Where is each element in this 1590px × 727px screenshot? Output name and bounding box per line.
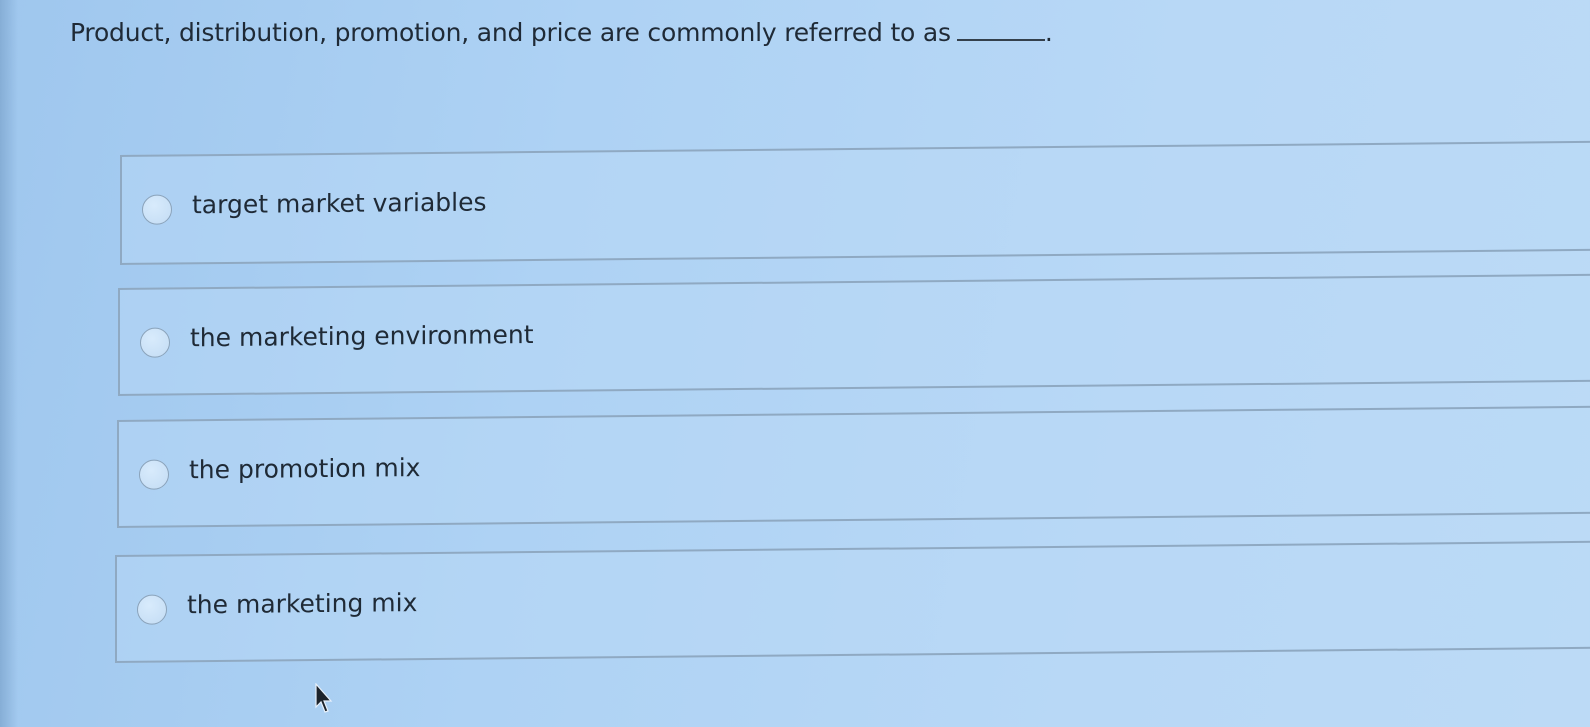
answer-option-the-marketing-environment[interactable]: the marketing environment (118, 273, 1590, 396)
question-end: . (1044, 18, 1053, 47)
radio-button[interactable] (142, 194, 172, 225)
question-prompt: Product, distribution, promotion, and pr… (70, 18, 1053, 47)
radio-button[interactable] (140, 327, 170, 358)
radio-button[interactable] (139, 459, 169, 490)
left-edge-shadow (0, 0, 18, 727)
question-text: Product, distribution, promotion, and pr… (70, 18, 951, 47)
answer-option-target-market-variables[interactable]: target market variables (120, 140, 1590, 265)
option-label: target market variables (192, 187, 487, 220)
option-label: the promotion mix (189, 453, 421, 485)
option-label: the marketing mix (187, 588, 418, 620)
option-label: the marketing environment (190, 320, 534, 353)
radio-button[interactable] (137, 594, 167, 625)
answer-blank (956, 19, 1045, 41)
answer-option-the-promotion-mix[interactable]: the promotion mix (117, 405, 1590, 528)
mouse-pointer-icon (315, 683, 333, 713)
answer-option-the-marketing-mix[interactable]: the marketing mix (115, 540, 1590, 663)
